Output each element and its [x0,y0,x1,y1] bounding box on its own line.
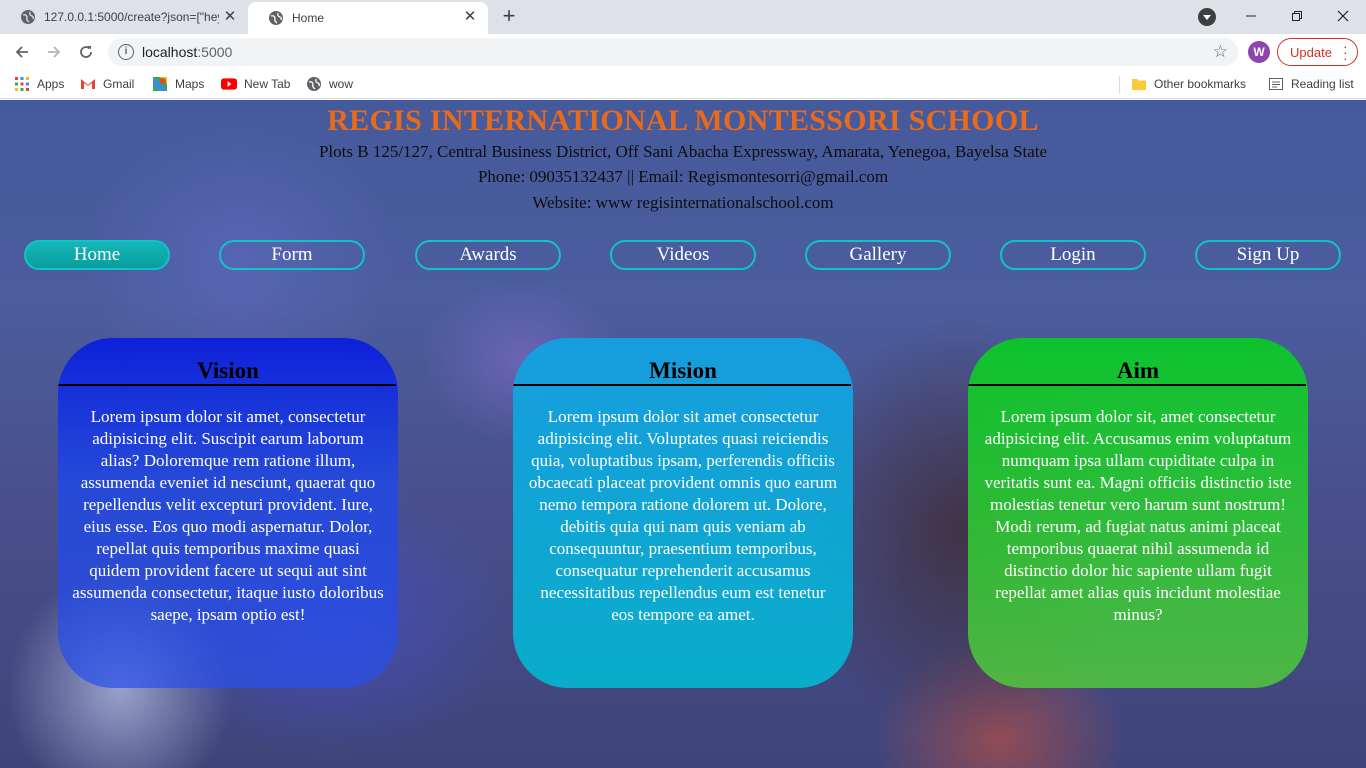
card-text: Lorem ipsum dolor sit amet consectetur a… [528,407,838,624]
reading-list[interactable]: Reading list [1268,76,1354,92]
minimize-icon[interactable] [1228,0,1274,32]
vision-card: Vision Lorem ipsum dolor sit amet, conse… [58,338,398,688]
bookmark-label: Gmail [103,77,135,91]
divider [513,384,851,386]
card-title: Vision [197,358,259,383]
bookmarks-bar: Apps Gmail Maps New Tab wow Other bookma… [0,70,1366,99]
bookmark-apps[interactable]: Apps [14,76,64,92]
card-title: Aim [1116,358,1160,383]
bookmark-maps[interactable]: Maps [152,76,204,92]
apps-grid-icon [14,76,30,92]
nav-form[interactable]: Form [219,240,365,270]
divider [1119,76,1120,94]
card-text: Lorem ipsum dolor sit amet, consectetur … [72,407,384,624]
globe-icon [268,10,284,26]
more-menu-icon: · · · [1343,38,1348,66]
close-icon[interactable]: ✕ [462,9,478,25]
folder-icon [1131,76,1147,92]
school-name: REGIS INTERNATIONAL MONTESSORI SCHOOL [327,104,1039,137]
maps-icon [152,76,168,92]
forward-arrow-icon[interactable] [42,40,66,64]
nav-gallery[interactable]: Gallery [805,240,951,270]
youtube-icon [221,76,237,92]
divider [968,384,1306,386]
nav-awards[interactable]: Awards [415,240,561,270]
profile-avatar[interactable]: W [1248,41,1270,63]
bookmark-label: New Tab [244,77,291,91]
school-website: Website: www regisinternationalschool.co… [532,193,834,212]
gmail-icon [80,76,96,92]
tab-create[interactable]: 127.0.0.1:5000/create?json=["hey" ✕ [0,0,248,34]
bookmark-new-tab[interactable]: New Tab [221,76,290,92]
window-close-icon[interactable] [1320,0,1366,32]
mission-card: Mision Lorem ipsum dolor sit amet consec… [513,338,853,688]
nav-videos[interactable]: Videos [610,240,756,270]
card-text: Lorem ipsum dolor sit, amet consectetur … [984,407,1292,624]
back-arrow-icon[interactable] [10,40,34,64]
bookmark-wow[interactable]: wow [306,76,353,92]
globe-icon [306,76,322,92]
update-button[interactable]: Update · · · [1277,38,1358,66]
bookmark-label: Apps [37,77,65,91]
bookmark-label: wow [329,77,354,91]
bookmark-label: Maps [175,77,205,91]
card-title: Mision [649,358,717,383]
info-icon[interactable]: i [118,44,134,60]
page-body: REGIS INTERNATIONAL MONTESSORI SCHOOL Pl… [0,100,1366,768]
bookmark-gmail[interactable]: Gmail [80,76,134,92]
bookmark-label: Reading list [1291,77,1354,91]
close-icon[interactable]: ✕ [222,9,238,25]
tab-search-icon[interactable] [1198,8,1216,26]
nav-sign-up[interactable]: Sign Up [1195,240,1341,270]
reload-icon[interactable] [74,40,98,64]
browser-tab-strip: 127.0.0.1:5000/create?json=["hey" ✕ Home… [0,0,1366,34]
address-bar[interactable]: i localhost:5000 ☆ [108,38,1238,66]
tab-title: Home [292,11,325,25]
browser-toolbar: i localhost:5000 ☆ W Update · · · [0,34,1366,70]
tab-title: 127.0.0.1:5000/create?json=["hey" [44,10,219,24]
reading-list-icon [1268,76,1284,92]
url-text: localhost:5000 [142,44,233,60]
divider [58,384,396,386]
nav-home[interactable]: Home [24,240,170,270]
aim-card: Aim Lorem ipsum dolor sit, amet consecte… [968,338,1308,688]
bookmark-label: Other bookmarks [1154,77,1247,91]
globe-icon [20,9,36,25]
school-address: Plots B 125/127, Central Business Distri… [318,142,1048,161]
other-bookmarks[interactable]: Other bookmarks [1131,76,1246,92]
update-label: Update [1290,44,1332,60]
school-contact: Phone: 09035132437 || Email: Regismontes… [477,167,889,186]
nav-login[interactable]: Login [1000,240,1146,270]
plus-icon[interactable]: + [498,5,520,28]
restore-icon[interactable] [1274,0,1320,32]
tab-home[interactable]: Home ✕ [248,2,488,34]
bookmark-star-icon[interactable]: ☆ [1213,42,1228,62]
